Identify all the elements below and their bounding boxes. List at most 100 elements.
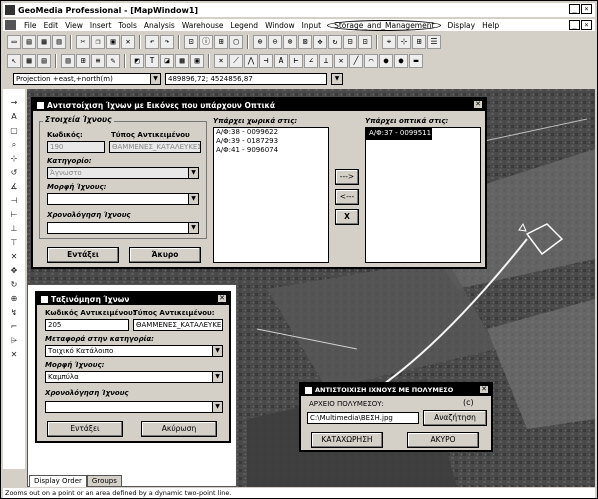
cut-icon[interactable]: ✂ [76, 35, 90, 49]
menu-insert[interactable]: Insert [89, 21, 113, 30]
code-field[interactable]: 190 [47, 141, 105, 153]
angle-icon[interactable]: ∠ [304, 54, 318, 68]
menu-display[interactable]: Display [446, 21, 476, 30]
coordinate-field[interactable]: 489896,72; 4524856,87 [165, 73, 327, 85]
menu-view[interactable]: View [64, 21, 84, 30]
file-path-field[interactable]: C:\Multimedia\ΒΕΣΗ.jpg [307, 412, 419, 424]
refresh-icon[interactable]: ↻ [328, 35, 342, 49]
object-code-field[interactable]: 205 [45, 319, 129, 331]
move-icon[interactable]: ✥ [8, 265, 20, 276]
list-item[interactable]: Α/Φ:39 - 0187293 [214, 137, 328, 146]
text-edit-icon[interactable]: A [274, 54, 288, 68]
object-type-field[interactable]: ΘΑΜΜΕΝΕΣ_ΚΑΤΑΛΕΥΚΕΣ [133, 319, 223, 331]
zoom-in-icon[interactable]: ⊕ [253, 35, 267, 49]
undo-icon[interactable]: ↶ [145, 35, 159, 49]
zoom-out-icon[interactable]: ⊖ [268, 35, 282, 49]
undo-edit-icon[interactable]: ↻ [8, 279, 20, 290]
polyline-icon[interactable]: ⋀ [244, 54, 258, 68]
ok-button[interactable]: Εντάξει [47, 421, 123, 437]
redisplay-icon[interactable]: ⊡ [358, 35, 372, 49]
redo-icon[interactable]: ↷ [160, 35, 174, 49]
list-item[interactable]: Α/Φ:37 - 0099511 [366, 128, 433, 140]
spatial-listbox[interactable]: Α/Φ:38 - 0099622 Α/Φ:39 - 0187293 Α/Φ:41… [213, 127, 329, 263]
tab-display-order[interactable]: Display Order [29, 475, 87, 487]
snap-icon[interactable]: ⊹ [397, 35, 411, 49]
attribute-icon[interactable]: ▥ [61, 54, 75, 68]
feature-info-icon[interactable]: ⓘ [199, 35, 213, 49]
fit-icon[interactable]: ⊞ [214, 35, 228, 49]
insert-text-icon[interactable]: T [145, 54, 159, 68]
menu-input[interactable]: Input [301, 21, 322, 30]
new-icon[interactable]: ▭ [7, 35, 21, 49]
menu-legend[interactable]: Legend [230, 21, 260, 30]
node-icon[interactable]: ⊹ [8, 153, 20, 164]
line-icon[interactable]: ⟋ [229, 54, 243, 68]
digitize-icon[interactable]: ⌖ [382, 35, 396, 49]
move-category-dropdown[interactable]: Τοιχικό Κατάλοιπο ▼ [45, 345, 223, 357]
save-button[interactable]: ΚΑΤΑΧΩΡΗΣΗ [311, 432, 383, 448]
trim-icon[interactable]: ⨯ [214, 54, 228, 68]
menu-warehouse[interactable]: Warehouse [181, 21, 225, 30]
dating-dropdown[interactable]: ▼ [47, 222, 199, 234]
close-icon[interactable]: ✕ [479, 385, 489, 394]
delete-feature-icon[interactable]: ✕ [8, 349, 20, 360]
menu-edit[interactable]: Edit [43, 21, 60, 30]
table-icon[interactable]: ▤ [37, 54, 51, 68]
ok-button[interactable]: Εντάξει [47, 247, 119, 263]
select-icon[interactable]: ⌕ [8, 139, 20, 150]
close-icon[interactable]: ✕ [217, 294, 227, 303]
continue-icon[interactable]: ⊢ [289, 54, 303, 68]
perpendicular-icon[interactable]: ⊥ [319, 54, 333, 68]
select-tools-icon[interactable]: ⊡ [184, 35, 198, 49]
measure-icon[interactable]: ∡ [8, 181, 20, 192]
align-icon[interactable]: ≡ [91, 54, 105, 68]
menu-file[interactable]: File [23, 21, 38, 30]
arrow-icon[interactable]: → [8, 97, 20, 108]
layers-icon[interactable]: ☰ [427, 35, 441, 49]
text-tool-icon[interactable]: A [8, 111, 20, 122]
track-form-dropdown[interactable]: Καμπύλα ▼ [45, 371, 223, 383]
break-icon[interactable]: ⊣ [259, 54, 273, 68]
insert-feature-icon[interactable]: ◩ [130, 54, 144, 68]
doc-close-button[interactable]: × [581, 20, 592, 30]
edit-icon[interactable]: ✎ [106, 54, 120, 68]
area-icon[interactable]: ▣ [190, 54, 204, 68]
arc-icon[interactable]: ⌒ [364, 54, 378, 68]
zoom-window-icon[interactable]: ⊗ [283, 35, 297, 49]
pointer-icon[interactable]: ↖ [7, 54, 21, 68]
grid-icon[interactable]: ⊞ [412, 35, 426, 49]
menu-storage-and-management[interactable]: Storage_and_Management [327, 19, 442, 31]
datagrid-icon[interactable]: ⊞ [76, 54, 90, 68]
object-type-field[interactable]: ΘΑΜΜΕΝΕΣ_ΚΑΤΑΛΕΥΚΕΣ [109, 141, 201, 153]
menu-tools[interactable]: Tools [117, 21, 137, 30]
delete-icon[interactable]: ✕ [121, 35, 135, 49]
remove-button[interactable]: <--- [335, 189, 359, 205]
continue-line-icon[interactable]: ↯ [8, 307, 20, 318]
join-icon[interactable]: ⊤ [8, 237, 20, 248]
label-icon[interactable]: ◪ [160, 54, 174, 68]
track-form-dropdown[interactable]: ▼ [47, 193, 199, 205]
pan-icon[interactable]: ✥ [313, 35, 327, 49]
split-line-icon[interactable]: ⊣ [8, 195, 20, 206]
window-icon[interactable]: ▢ [229, 35, 243, 49]
delete-button[interactable]: X [335, 209, 359, 225]
fillet-icon[interactable]: ⌐ [8, 321, 20, 332]
print-icon[interactable]: ▥ [52, 35, 66, 49]
spatial-filter-icon[interactable]: ⊟ [343, 35, 357, 49]
cancel-button[interactable]: ΑΚΥΡΟ [407, 432, 479, 448]
projection-dropdown[interactable]: Projection +east,+north(m) ▼ [13, 73, 161, 85]
copy-icon[interactable]: ❐ [91, 35, 105, 49]
menu-help[interactable]: Help [481, 21, 500, 30]
close-button[interactable]: × [581, 4, 592, 14]
point-icon[interactable]: ● [379, 54, 393, 68]
cross-icon[interactable]: ✕ [8, 251, 20, 262]
optical-listbox[interactable]: Α/Φ:37 - 0099511 [365, 127, 481, 263]
edit-area-icon[interactable]: ▢ [8, 125, 20, 136]
category-dropdown[interactable]: Άγνωστο ▼ [47, 167, 199, 179]
menu-window[interactable]: Window [264, 21, 296, 30]
image-icon[interactable]: ▩ [175, 54, 189, 68]
open-icon[interactable]: ▤ [22, 35, 36, 49]
cancel-button[interactable]: Άκυρο [129, 247, 201, 263]
save-icon[interactable]: ▦ [37, 35, 51, 49]
select-set-icon[interactable]: ▦ [22, 54, 36, 68]
